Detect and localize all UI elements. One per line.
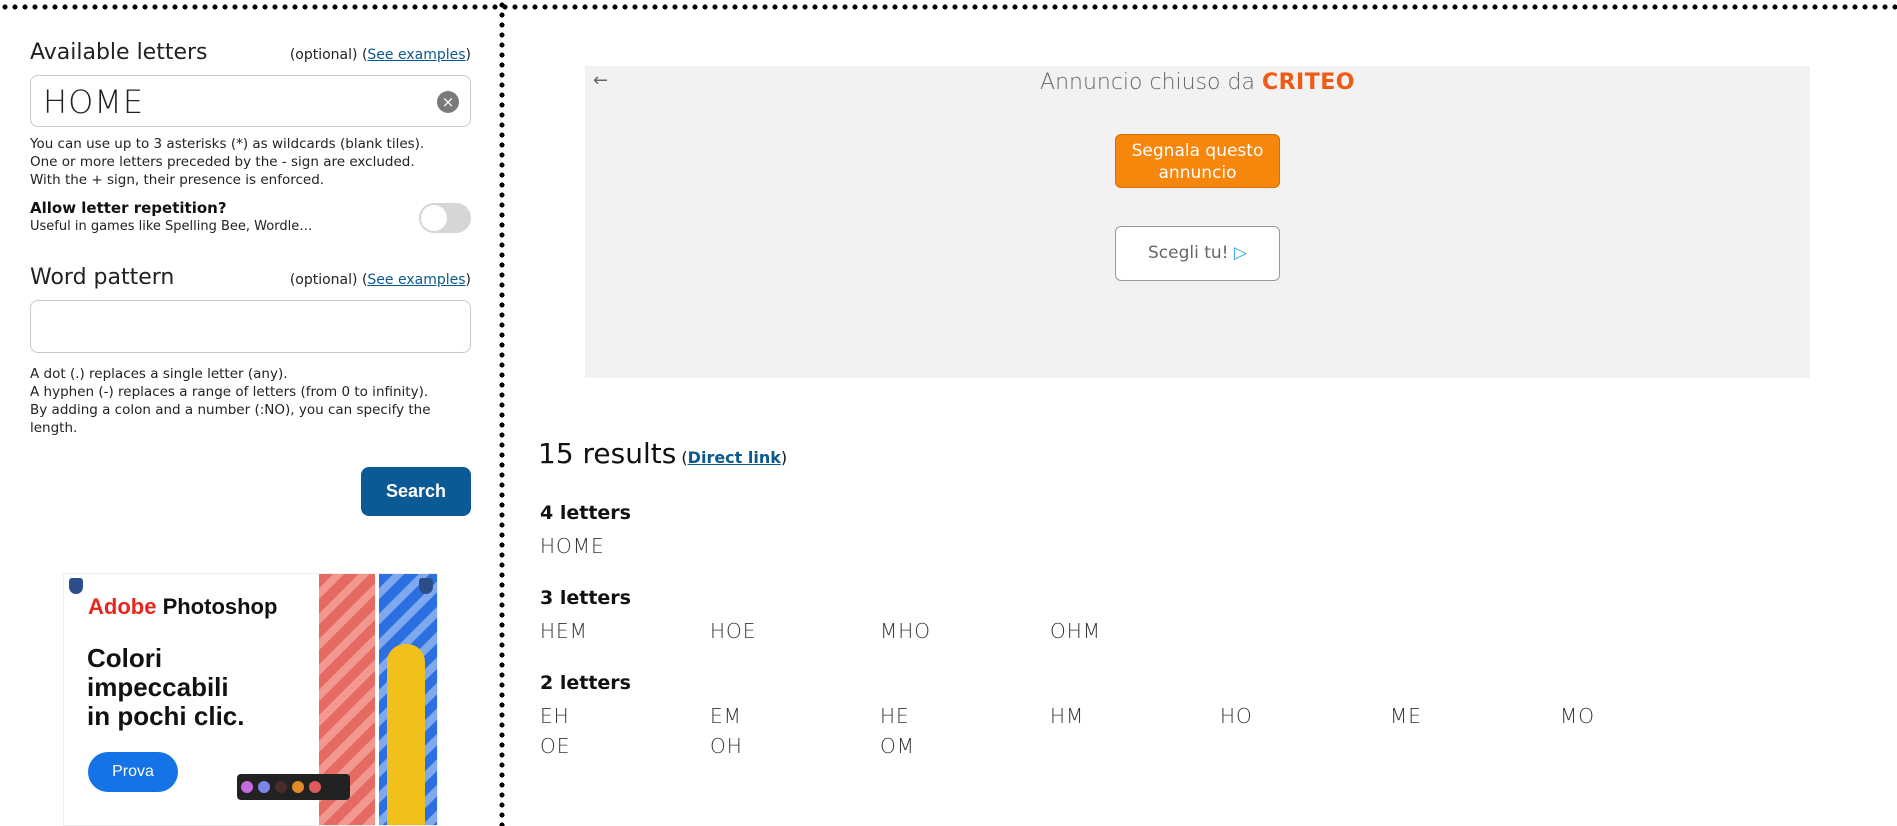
pattern-title: Word pattern: [30, 265, 175, 290]
toggle-knob: [421, 205, 447, 231]
result-word[interactable]: MHO: [880, 619, 1050, 643]
dotted-top-border: [0, 4, 1897, 10]
ad-closed-label: Annuncio chiuso da CRITEO: [1040, 70, 1355, 95]
letters-help: You can use up to 3 asterisks (*) as wil…: [30, 136, 425, 188]
repetition-title: Allow letter repetition?: [30, 199, 227, 217]
repetition-row: Allow letter repetition? Useful in games…: [30, 199, 471, 239]
result-word[interactable]: HEM: [540, 619, 710, 643]
result-word[interactable]: ME: [1390, 704, 1560, 728]
result-word[interactable]: OM: [880, 734, 1050, 758]
group-title: 4 letters: [540, 502, 631, 524]
ad-choices-icon[interactable]: [69, 578, 83, 594]
results-group-4: 4 letters HOME: [540, 502, 1730, 558]
results-heading: 15 results (Direct link): [538, 437, 788, 470]
result-word[interactable]: HE: [880, 704, 1050, 728]
letters-optional: (optional) (See examples): [289, 47, 471, 63]
criteo-logo: CRITEO: [1261, 70, 1355, 95]
pattern-examples-link[interactable]: See examples: [367, 272, 465, 288]
search-form: Available letters (optional) (See exampl…: [30, 40, 471, 437]
result-word[interactable]: OE: [540, 734, 710, 758]
letters-input[interactable]: HOME ×: [30, 75, 471, 127]
letters-input-value[interactable]: HOME: [43, 83, 144, 121]
letters-examples-link[interactable]: See examples: [367, 47, 465, 63]
adchoices-icon: ▷: [1233, 243, 1247, 263]
results-group-3: 3 letters HEM HOE MHO OHM: [540, 587, 1730, 643]
result-word[interactable]: EM: [710, 704, 880, 728]
ad-brand: Adobe Photoshop: [88, 594, 278, 619]
result-word[interactable]: EH: [540, 704, 710, 728]
pattern-input[interactable]: [30, 300, 471, 353]
pattern-help: A dot (.) replaces a single letter (any)…: [30, 366, 431, 436]
ad-color-palette: [237, 774, 350, 800]
group-title: 3 letters: [540, 587, 631, 609]
results-group-2: 2 letters EH EM HE HM HO ME MO OE OH OM: [540, 672, 1730, 758]
group-title: 2 letters: [540, 672, 631, 694]
ad-headline: Colori impeccabili in pochi clic.: [87, 643, 245, 731]
repetition-subtitle: Useful in games like Spelling Bee, Wordl…: [30, 219, 313, 234]
result-word[interactable]: HOE: [710, 619, 880, 643]
dotted-panel-divider: [499, 0, 505, 826]
result-word[interactable]: OHM: [1050, 619, 1220, 643]
adobe-ad[interactable]: Adobe Photoshop Colori impeccabili in po…: [63, 573, 438, 826]
result-word[interactable]: HOME: [540, 534, 710, 558]
results-count: 15 results: [538, 437, 677, 470]
direct-link[interactable]: Direct link: [688, 448, 781, 467]
closed-ad-panel: ← Annuncio chiuso da CRITEO Segnala ques…: [585, 66, 1810, 378]
choose-ad-button[interactable]: Scegli tu! ▷: [1115, 226, 1280, 281]
result-word[interactable]: OH: [710, 734, 880, 758]
report-ad-button[interactable]: Segnala questo annuncio: [1115, 134, 1280, 188]
result-word[interactable]: MO: [1560, 704, 1730, 728]
letters-header: Available letters (optional) (See exampl…: [30, 40, 471, 65]
ad-person-figure: [387, 644, 425, 825]
ad-try-button[interactable]: Prova: [88, 752, 178, 792]
repetition-toggle[interactable]: [419, 203, 471, 233]
search-button[interactable]: Search: [361, 467, 471, 516]
result-word[interactable]: HO: [1220, 704, 1390, 728]
pattern-optional: (optional) (See examples): [289, 272, 471, 288]
ad-shield-icon: [419, 578, 433, 594]
pattern-header: Word pattern (optional) (See examples): [30, 265, 471, 290]
letters-title: Available letters: [30, 40, 208, 65]
clear-icon[interactable]: ×: [437, 91, 459, 113]
result-word[interactable]: HM: [1050, 704, 1220, 728]
